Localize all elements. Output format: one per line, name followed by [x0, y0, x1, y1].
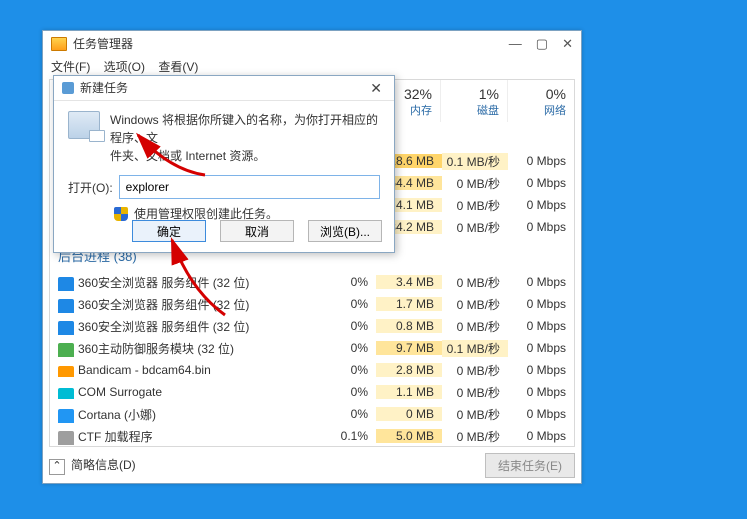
- process-icon: [58, 299, 74, 313]
- table-row[interactable]: ›360主动防御服务模块 (32 位) 0% 9.7 MB 0.1 MB/秒 0…: [50, 337, 574, 359]
- window-title: 任务管理器: [73, 31, 133, 57]
- maximize-icon[interactable]: ▢: [536, 31, 548, 57]
- open-input[interactable]: [119, 175, 380, 199]
- process-icon: [58, 366, 74, 377]
- process-icon: [58, 409, 74, 423]
- minimize-icon[interactable]: —: [509, 31, 522, 57]
- run-icon: [68, 111, 100, 139]
- table-row[interactable]: 360安全浏览器 服务组件 (32 位) 0% 1.7 MB 0 MB/秒 0 …: [50, 293, 574, 315]
- table-row[interactable]: ›360安全浏览器 服务组件 (32 位) 0% 3.4 MB 0 MB/秒 0…: [50, 271, 574, 293]
- table-row[interactable]: Bandicam - bdcam64.bin 0% 2.8 MB 0 MB/秒 …: [50, 359, 574, 381]
- menu-bar: 文件(F) 选项(O) 查看(V): [43, 57, 581, 77]
- menu-file[interactable]: 文件(F): [51, 60, 90, 74]
- table-row[interactable]: COM Surrogate 0% 1.1 MB 0 MB/秒 0 Mbps: [50, 381, 574, 403]
- footer: 简略信息(D) 结束任务(E): [49, 451, 575, 479]
- process-icon: [58, 431, 74, 445]
- close-icon[interactable]: ✕: [562, 31, 573, 57]
- dialog-title: 新建任务: [80, 76, 128, 100]
- fewer-details-button[interactable]: 简略信息(D): [49, 456, 136, 475]
- cancel-button[interactable]: 取消: [220, 220, 294, 242]
- table-row[interactable]: ›Cortana (小娜) 0% 0 MB 0 MB/秒 0 Mbps: [50, 403, 574, 425]
- browse-button[interactable]: 浏览(B)...: [308, 220, 382, 242]
- process-icon: [58, 321, 74, 335]
- app-icon: [51, 37, 67, 51]
- shield-icon: [114, 207, 128, 221]
- open-label: 打开(O):: [68, 179, 113, 196]
- window-titlebar[interactable]: 任务管理器 — ▢ ✕: [43, 31, 581, 57]
- end-task-button[interactable]: 结束任务(E): [485, 453, 575, 478]
- menu-view[interactable]: 查看(V): [158, 60, 198, 74]
- process-icon: [58, 343, 74, 357]
- process-icon: [58, 388, 74, 399]
- table-row[interactable]: CTF 加载程序 0.1% 5.0 MB 0 MB/秒 0 Mbps: [50, 425, 574, 446]
- dialog-description: Windows 将根据你所键入的名称，为你打开相应的程序、文 件夹、文档或 In…: [110, 111, 380, 165]
- ok-button[interactable]: 确定: [132, 220, 206, 242]
- run-dialog: 新建任务 ✕ Windows 将根据你所键入的名称，为你打开相应的程序、文 件夹…: [53, 75, 395, 253]
- dialog-titlebar[interactable]: 新建任务 ✕: [54, 76, 394, 101]
- menu-options[interactable]: 选项(O): [104, 60, 145, 74]
- dialog-close-icon[interactable]: ✕: [366, 76, 386, 100]
- col-disk[interactable]: 1%磁盘: [440, 80, 507, 122]
- process-icon: [58, 277, 74, 291]
- table-row[interactable]: 360安全浏览器 服务组件 (32 位) 0% 0.8 MB 0 MB/秒 0 …: [50, 315, 574, 337]
- dialog-icon: [62, 82, 74, 94]
- col-network[interactable]: 0%网络: [507, 80, 574, 122]
